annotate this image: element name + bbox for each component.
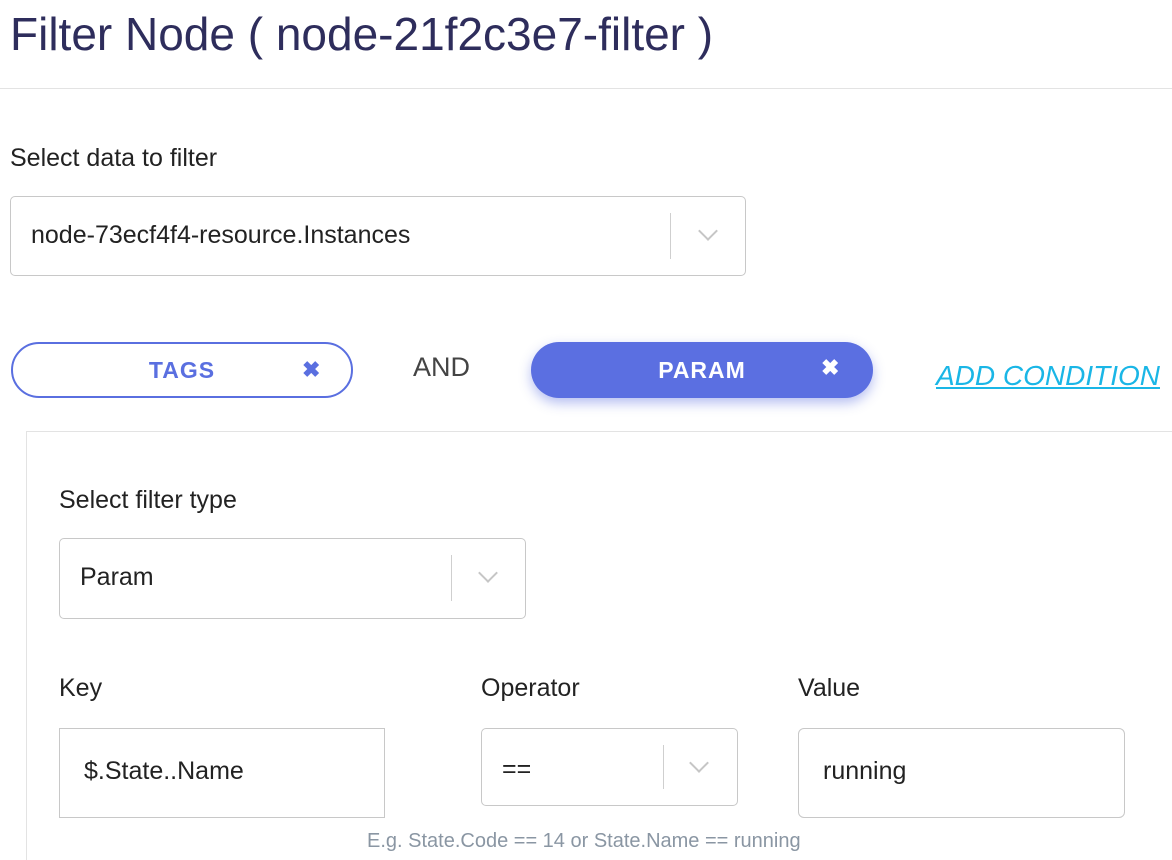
select-separator (670, 213, 671, 259)
operator-select[interactable]: == (481, 728, 738, 806)
filter-type-select[interactable]: Param (59, 538, 526, 619)
key-input-value: $.State..Name (84, 757, 244, 785)
close-icon[interactable]: ✖ (302, 355, 320, 385)
chevron-down-icon[interactable] (698, 221, 718, 241)
chevron-down-icon[interactable] (689, 753, 709, 773)
close-icon[interactable]: ✖ (821, 353, 839, 383)
data-select-label: Select data to filter (10, 144, 218, 172)
data-select-value: node-73ecf4f4-resource.Instances (31, 221, 411, 249)
header-divider (0, 88, 1172, 89)
condition-param-pill[interactable]: PARAM ✖ (531, 342, 873, 398)
value-input-value: running (823, 757, 907, 785)
filter-type-label: Select filter type (59, 486, 237, 514)
condition-tags-label: TAGS (148, 356, 216, 383)
select-separator (663, 745, 664, 789)
operator-label: Operator (481, 674, 580, 702)
add-condition-link[interactable]: ADD CONDITION (936, 360, 1160, 392)
value-input[interactable]: running (798, 728, 1125, 818)
select-separator (451, 555, 452, 601)
operator-value: == (502, 755, 532, 783)
filter-type-value: Param (80, 563, 154, 591)
condition-tags-pill[interactable]: TAGS ✖ (11, 342, 353, 398)
key-input[interactable]: $.State..Name (59, 728, 385, 818)
data-select[interactable]: node-73ecf4f4-resource.Instances (10, 196, 746, 276)
condition-joiner: AND (413, 352, 471, 382)
chevron-down-icon[interactable] (478, 563, 498, 583)
filter-hint: E.g. State.Code == 14 or State.Name == r… (367, 830, 801, 852)
page-title: Filter Node ( node-21f2c3e7-filter ) (10, 8, 714, 60)
value-label: Value (798, 674, 861, 702)
key-label: Key (59, 674, 103, 702)
